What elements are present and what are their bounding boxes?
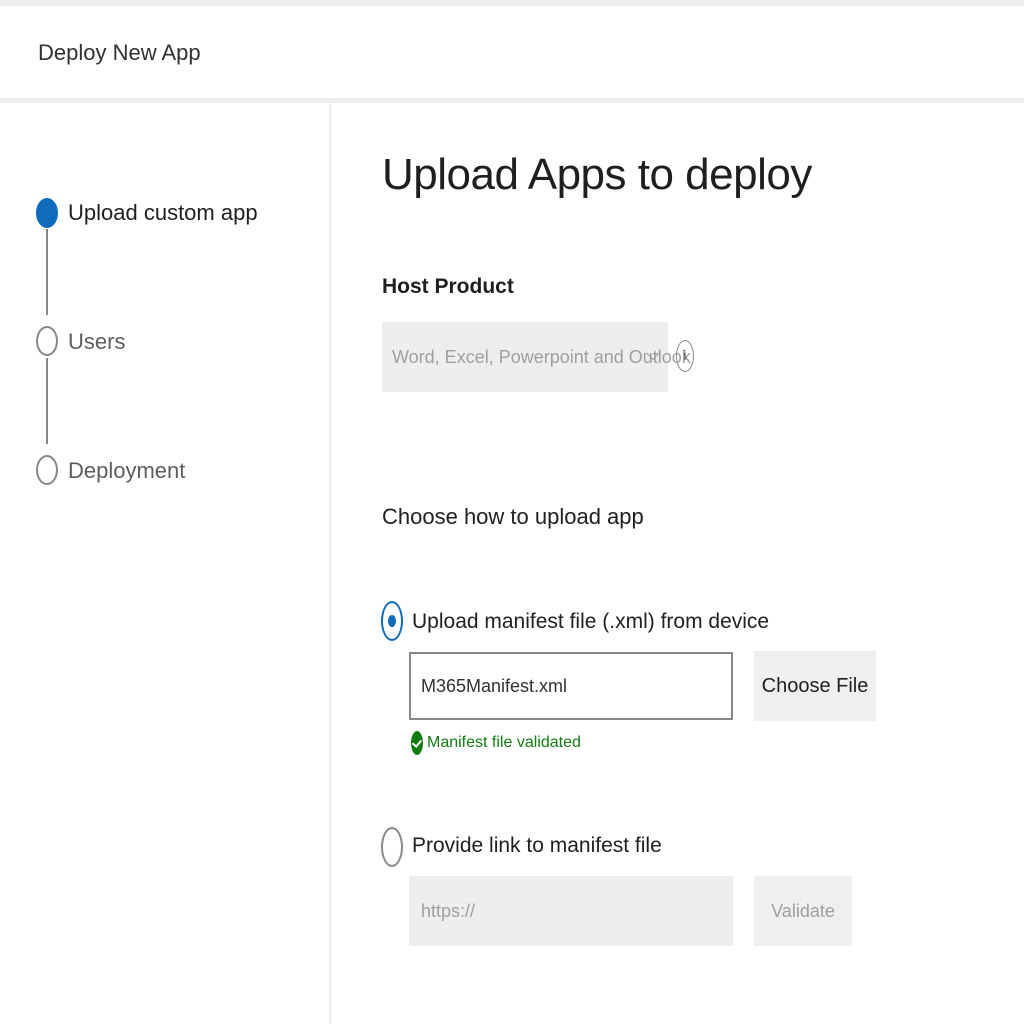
upload-from-device-label[interactable]: Upload manifest file (.xml) from device [412,610,769,634]
manifest-file-field[interactable]: M365Manifest.xml [409,652,733,720]
step-users[interactable]: Users [68,329,125,355]
checkmark-circle-icon [411,731,423,755]
page-title: Upload Apps to deploy [382,150,812,199]
step-indicator [36,455,58,485]
provide-link-label[interactable]: Provide link to manifest file [412,834,662,858]
upload-from-device-radio[interactable] [381,601,403,641]
step-indicator-active [36,198,58,228]
info-icon[interactable]: i [676,340,694,372]
manifest-link-input[interactable]: https:// [409,876,733,946]
upload-method-label: Choose how to upload app [382,504,644,529]
step-deployment[interactable]: Deployment [68,458,185,484]
host-product-label: Host Product [382,275,514,298]
validation-message: Manifest file validated [427,734,581,751]
provide-link-radio[interactable] [381,827,403,867]
host-product-dropdown[interactable]: Word, Excel, Powerpoint and Outlook [382,322,691,392]
step-connector [46,229,48,315]
pane-divider [329,103,331,1024]
validate-button[interactable]: Validate [754,876,852,946]
page-header-title: Deploy New App [38,40,201,65]
wizard-steps-pane [0,103,329,1024]
step-indicator [36,326,58,356]
host-product-value: Word, Excel, Powerpoint and Outlook [392,346,691,367]
step-upload-custom-app[interactable]: Upload custom app [68,200,258,226]
header: Deploy New App [0,6,1024,98]
choose-file-button[interactable]: Choose File [754,651,876,721]
validation-status: Manifest file validated [411,731,581,755]
step-connector [46,358,48,444]
